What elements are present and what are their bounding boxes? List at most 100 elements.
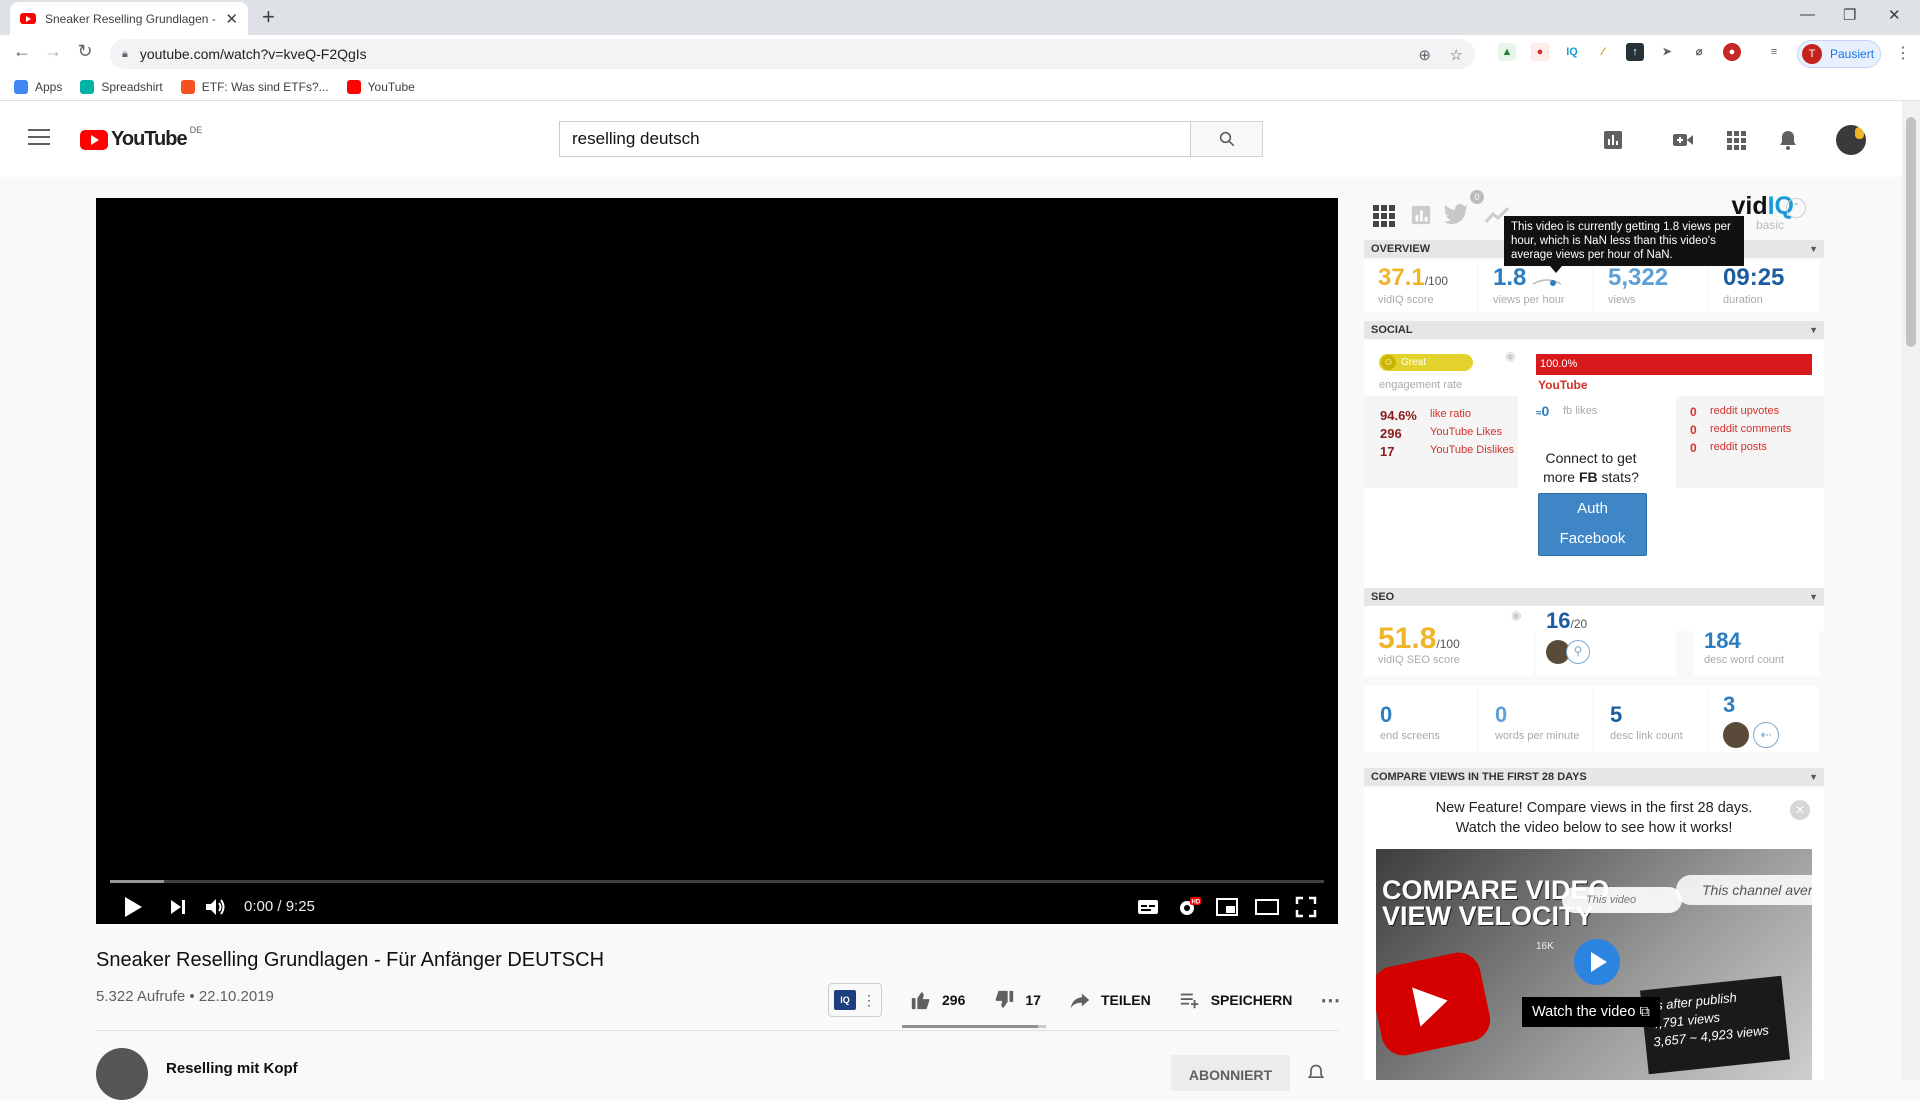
like-button[interactable]: 296 <box>910 989 965 1011</box>
collapse-panel-icon[interactable]: ⌃ <box>1786 198 1806 218</box>
extension-icon-4[interactable]: ⁄ <box>1594 43 1612 61</box>
subscribe-button[interactable]: ABONNIERT <box>1171 1055 1290 1091</box>
fullscreen-icon[interactable] <box>1294 894 1318 920</box>
settings-gear-icon[interactable]: HD <box>1176 894 1202 920</box>
bookmark-label: Apps <box>35 79 63 94</box>
bookmark-item[interactable]: Apps <box>14 79 63 94</box>
vidiq-logo-icon: IQ <box>834 990 856 1010</box>
bookmark-item[interactable]: YouTube <box>346 79 415 94</box>
save-button[interactable]: SPEICHERN <box>1179 989 1292 1011</box>
reload-icon[interactable]: ↻ <box>72 41 98 62</box>
video-progress-bar[interactable] <box>110 880 1324 883</box>
user-avatar[interactable] <box>1836 125 1866 155</box>
tags-cell[interactable]: 16/20 ⚲ <box>1536 608 1676 676</box>
compare-promo-video-thumbnail[interactable]: COMPARE VIDEO VIEW VELOCITY This video VS… <box>1376 849 1812 1080</box>
close-tab-icon[interactable]: ✕ <box>225 10 238 28</box>
grid-view-icon[interactable] <box>1372 204 1396 228</box>
youtube-stats-block: 94.6% 296 17 like ratio YouTube Likes Yo… <box>1364 396 1518 488</box>
watch-video-label: Watch the video <box>1532 1004 1636 1020</box>
extension-icon-7[interactable]: ⌀ <box>1690 43 1708 61</box>
compare-section-header[interactable]: COMPARE VIEWS IN THE FIRST 28 DAYS ▼ <box>1364 768 1824 786</box>
channel-notification-bell-icon[interactable] <box>1306 1063 1326 1083</box>
search-button[interactable] <box>1191 121 1263 157</box>
browser-tab-strip: Sneaker Reselling Grundlagen - F ✕ + — ❐… <box>0 0 1920 35</box>
channel-avatar[interactable] <box>96 1048 148 1100</box>
dislike-button[interactable]: 17 <box>993 989 1041 1011</box>
next-video-icon[interactable] <box>168 894 188 920</box>
adblock-extension-icon[interactable]: ● <box>1723 43 1741 61</box>
extension-icon-6[interactable]: ➤ <box>1658 43 1676 61</box>
bookmark-star-icon[interactable]: ☆ <box>1450 46 1463 64</box>
scrollbar-thumb[interactable] <box>1906 117 1916 347</box>
social-section-header[interactable]: SOCIAL ▼ <box>1364 321 1824 339</box>
thumb-play-icon[interactable] <box>1574 939 1620 985</box>
reddit-comments-label: reddit comments <box>1710 423 1792 435</box>
play-icon[interactable] <box>122 894 144 920</box>
end-screens-cell: 0 end screens <box>1364 686 1477 752</box>
bookmark-item[interactable]: ETF: Was sind ETFs?... <box>180 79 329 94</box>
thumb-stats-card: ys after publish 4,791 views 3,657 ~ 4,9… <box>1639 975 1791 1075</box>
vidiq-extension-icon[interactable]: IQ <box>1563 43 1581 61</box>
extension-icon-5[interactable]: ↑ <box>1626 43 1644 61</box>
create-video-icon[interactable] <box>1671 128 1695 152</box>
miniplayer-icon[interactable] <box>1215 894 1239 920</box>
vidiq-panel: 0 vidIQ basic ⌃ This video is currently … <box>1364 190 1824 1080</box>
back-icon[interactable]: ← <box>9 41 35 62</box>
vidiq-score-suffix: /100 <box>1424 274 1449 288</box>
fb-connect-more: more <box>1543 469 1579 485</box>
social-title: SOCIAL <box>1371 324 1413 336</box>
dismiss-promo-icon[interactable]: ✕ <box>1790 800 1810 820</box>
duration-label: duration <box>1723 294 1763 306</box>
stats-icon[interactable] <box>1410 204 1432 226</box>
address-bar[interactable]: 🔒︎ youtube.com/watch?v=kveQ-F2QgIs ☆ ⊕ <box>110 39 1475 69</box>
forward-icon[interactable]: → <box>40 41 66 62</box>
yt-likes-label: YouTube Likes <box>1430 426 1502 438</box>
twitter-icon[interactable] <box>1444 204 1470 226</box>
more-actions-icon[interactable]: ⋯ <box>1320 988 1340 1013</box>
zoom-icon[interactable]: ⊕ <box>1418 46 1431 64</box>
bookmark-item[interactable]: Spreadshirt <box>80 79 163 94</box>
share-button[interactable]: TEILEN <box>1069 989 1151 1011</box>
overview-title: OVERVIEW <box>1371 243 1431 255</box>
channel-name[interactable]: Reselling mit Kopf <box>166 1060 298 1077</box>
extension-icon-2[interactable]: ● <box>1531 43 1549 61</box>
close-window-icon[interactable]: ✕ <box>1888 6 1901 24</box>
visibility-eye-icon[interactable]: ◉ <box>1505 349 1515 363</box>
video-player[interactable]: 0:00 / 9:25 HD <box>96 198 1338 924</box>
hamburger-menu-icon[interactable] <box>28 129 50 145</box>
playlists-cell[interactable]: 3 ⇠ <box>1709 686 1819 752</box>
analytics-icon[interactable] <box>1601 128 1625 152</box>
subtitles-icon[interactable] <box>1136 894 1160 920</box>
youtube-logo[interactable]: YouTube DE <box>80 125 202 151</box>
bookmark-favicon-icon <box>180 79 195 94</box>
volume-icon[interactable] <box>204 894 228 920</box>
fb-connect-line2: more FB stats? <box>1511 468 1671 487</box>
new-tab-icon[interactable]: + <box>262 5 275 29</box>
browser-tab[interactable]: Sneaker Reselling Grundlagen - F ✕ <box>10 2 248 35</box>
engagement-label: engagement rate <box>1379 379 1463 391</box>
bookmark-label: YouTube <box>367 79 415 94</box>
extension-icon-1[interactable]: ▲ <box>1498 43 1516 61</box>
theater-mode-icon[interactable] <box>1254 894 1280 920</box>
page-scrollbar[interactable] <box>1902 101 1920 1080</box>
profile-button[interactable]: T Pausiert <box>1797 40 1881 68</box>
youtube-favicon-icon <box>20 13 36 24</box>
more-vert-icon: ⋮ <box>862 991 876 1008</box>
restore-window-icon[interactable]: ❐ <box>1843 6 1856 24</box>
browser-menu-icon[interactable]: ⋮ <box>1895 43 1911 63</box>
words-per-minute-cell: 0 words per minute <box>1479 686 1592 752</box>
end-screens-value: 0 <box>1380 702 1393 727</box>
minimize-window-icon[interactable]: — <box>1800 6 1815 23</box>
media-controls-icon[interactable]: ≡ <box>1765 43 1783 61</box>
tab-title: Sneaker Reselling Grundlagen - F <box>45 11 217 26</box>
views-per-hour-cell[interactable]: 1.8 views per hour <box>1479 260 1592 312</box>
auth-facebook-button[interactable]: Auth Facebook <box>1538 493 1647 556</box>
vidiq-action-button[interactable]: IQ ⋮ <box>828 983 882 1017</box>
watch-video-button[interactable]: Watch the video ⧉ <box>1522 997 1660 1027</box>
notifications-bell-icon[interactable] <box>1776 128 1800 152</box>
seo-section-header[interactable]: SEO ▼ <box>1364 588 1824 606</box>
apps-grid-icon[interactable] <box>1724 128 1748 152</box>
visibility-eye-icon[interactable]: ◉ <box>1511 608 1521 622</box>
apps-grid-icon <box>14 79 28 94</box>
search-input[interactable]: reselling deutsch <box>559 121 1191 157</box>
